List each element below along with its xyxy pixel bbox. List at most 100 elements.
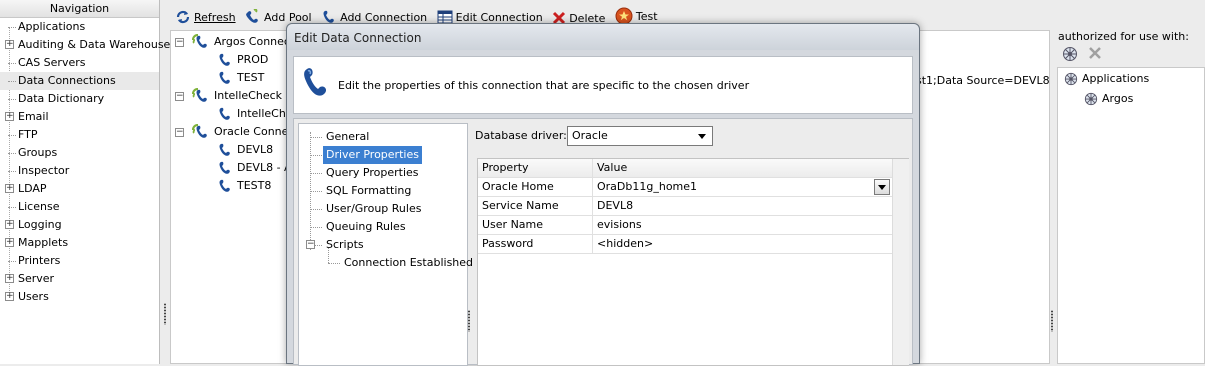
nav-item-ldap[interactable]: + LDAP — [0, 180, 159, 198]
connection-row[interactable]: IntelleChe — [217, 105, 293, 123]
navigation-panel: Navigation Applications + Auditing & Data … — [0, 0, 170, 364]
connection-pool-row[interactable]: − Oracle Conne — [175, 123, 288, 141]
dialog-splitter-handle[interactable] — [467, 310, 471, 332]
property-name: Password — [478, 235, 593, 254]
property-column-header[interactable]: Property — [478, 159, 593, 178]
connection-row[interactable]: DEVL8 - A — [217, 159, 292, 177]
nav-item-license[interactable]: License — [0, 198, 159, 216]
tree-connector — [310, 227, 322, 228]
dialog-title[interactable]: Edit Data Connection — [287, 24, 919, 50]
connection-pool-row[interactable]: − IntelleCheck C — [175, 87, 293, 105]
dropdown-button[interactable] — [874, 179, 890, 195]
nav-item-label: Logging — [18, 218, 62, 231]
nav-item-email[interactable]: + Email — [0, 108, 159, 126]
tree-connector — [8, 81, 16, 82]
property-name: User Name — [478, 216, 593, 235]
expand-icon[interactable]: + — [5, 112, 14, 121]
dialog-nav-queuing-rules[interactable]: Queuing Rules — [323, 218, 409, 236]
nav-item-label: Data Dictionary — [18, 92, 105, 105]
property-row[interactable]: Service Name DEVL8 — [478, 197, 908, 216]
dialog-nav-driver-properties[interactable]: Driver Properties — [323, 146, 422, 164]
nav-item-cas-servers[interactable]: CAS Servers — [0, 54, 159, 72]
expand-icon[interactable]: + — [5, 220, 14, 229]
add-application-icon[interactable] — [1062, 46, 1078, 62]
authorized-tree: Applications Argos — [1057, 67, 1205, 364]
tree-connector — [310, 173, 322, 174]
property-value[interactable]: evisions — [593, 216, 908, 235]
authorized-item-applications[interactable]: Applications — [1064, 70, 1149, 88]
connection-row[interactable]: TEST8 — [217, 177, 271, 195]
edit-connection-label: Edit Connection — [455, 10, 543, 24]
connection-pool-label: Argos Connec — [214, 35, 290, 48]
collapse-icon[interactable]: − — [306, 240, 315, 249]
add-connection-label: Add Connection — [340, 10, 428, 24]
phone-icon — [219, 107, 230, 120]
connection-label: PROD — [237, 53, 269, 66]
collapse-icon[interactable]: − — [175, 37, 184, 47]
authorized-item-label: Argos — [1102, 92, 1134, 105]
dialog-nav-scripts[interactable]: Scripts — [323, 236, 367, 254]
property-value[interactable]: OraDb11g_home1 — [593, 178, 908, 197]
property-value[interactable]: DEVL8 — [593, 197, 908, 216]
connection-pool-icon — [192, 88, 207, 102]
database-driver-value: Oracle — [572, 129, 608, 142]
database-driver-select[interactable]: Oracle — [567, 126, 713, 146]
dialog-nav-sql-formatting[interactable]: SQL Formatting — [323, 182, 414, 200]
connection-row[interactable]: DEVL8 — [217, 141, 273, 159]
nav-item-label: Users — [18, 290, 49, 303]
tree-connector — [8, 171, 16, 172]
value-column-header[interactable]: Value — [593, 159, 908, 178]
nav-item-users[interactable]: + Users — [0, 288, 159, 306]
nav-item-inspector[interactable]: Inspector — [0, 162, 159, 180]
connection-pool-row[interactable]: − Argos Connec — [175, 33, 290, 51]
nav-item-ftp[interactable]: FTP — [0, 126, 159, 144]
nav-item-auditing-data-warehouse[interactable]: + Auditing & Data Warehouse — [0, 36, 170, 54]
test-label: Test — [635, 9, 658, 23]
nav-item-printers[interactable]: Printers — [0, 252, 159, 270]
refresh-button[interactable]: Refresh — [175, 7, 236, 27]
dialog-nav-general[interactable]: General — [323, 128, 372, 146]
connection-row[interactable]: TEST — [217, 69, 264, 87]
nav-item-mapplets[interactable]: + Mapplets — [0, 234, 159, 252]
property-row[interactable]: Oracle Home OraDb11g_home1 — [478, 178, 908, 197]
splitter-handle-right[interactable] — [1050, 310, 1054, 332]
properties-scrollbar[interactable] — [892, 159, 909, 365]
expand-icon[interactable]: + — [5, 40, 14, 49]
tree-connector — [8, 99, 16, 100]
property-value[interactable]: <hidden> — [593, 235, 908, 254]
collapse-icon[interactable]: − — [175, 127, 184, 137]
property-row[interactable]: Password <hidden> — [478, 235, 908, 254]
database-driver-label: Database driver: — [475, 129, 567, 142]
chevron-down-icon — [878, 185, 886, 190]
dialog-nav-query-properties[interactable]: Query Properties — [323, 164, 422, 182]
remove-application-icon[interactable] — [1088, 46, 1102, 60]
expand-icon[interactable]: + — [5, 238, 14, 247]
property-row[interactable]: User Name evisions — [478, 216, 908, 235]
phone-icon — [219, 161, 230, 174]
connection-row[interactable]: PROD — [217, 51, 268, 69]
connection-string-text: st1;Data Source=DEVL8 — [916, 74, 1050, 87]
nav-item-data-connections[interactable]: Data Connections — [0, 72, 159, 90]
dialog-nav-connection-established[interactable]: Connection Established — [341, 254, 476, 272]
nav-item-label: FTP — [18, 128, 38, 141]
nav-item-logging[interactable]: + Logging — [0, 216, 159, 234]
application-icon — [1064, 72, 1078, 86]
connection-pool-icon — [192, 124, 207, 138]
expand-icon[interactable]: + — [5, 292, 14, 301]
nav-item-server[interactable]: + Server — [0, 270, 159, 288]
authorized-item-label: Applications — [1082, 72, 1150, 85]
authorized-item-argos[interactable]: Argos — [1084, 90, 1133, 108]
nav-item-applications[interactable]: Applications — [0, 18, 159, 36]
phone-icon — [219, 53, 230, 66]
expand-icon[interactable]: + — [5, 274, 14, 283]
collapse-icon[interactable]: − — [175, 91, 184, 101]
nav-item-data-dictionary[interactable]: Data Dictionary — [0, 90, 159, 108]
tree-connector — [310, 137, 322, 138]
dialog-nav-user-group-rules[interactable]: User/Group Rules — [323, 200, 424, 218]
splitter-handle[interactable] — [163, 303, 167, 325]
connection-pool-label: IntelleCheck C — [214, 89, 294, 102]
refresh-label: Refresh — [194, 10, 236, 24]
authorized-toolbar — [1062, 46, 1102, 62]
expand-icon[interactable]: + — [5, 184, 14, 193]
nav-item-groups[interactable]: Groups — [0, 144, 159, 162]
